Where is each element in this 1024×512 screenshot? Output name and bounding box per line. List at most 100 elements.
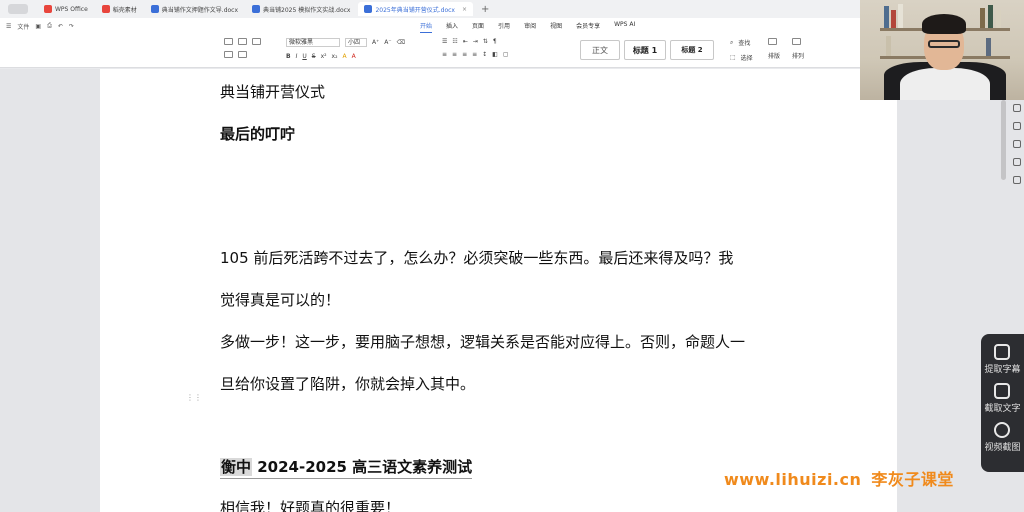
close-icon[interactable]: × xyxy=(462,6,467,13)
print-icon[interactable]: ⎙ xyxy=(47,22,52,30)
doc-heading[interactable]: 衡中 2024-2025 高三语文素养测试 xyxy=(220,456,473,479)
book xyxy=(996,10,1001,28)
side-tool-icon[interactable] xyxy=(1013,104,1021,112)
shading-icon[interactable]: ◧ xyxy=(492,51,498,58)
paste-icon[interactable] xyxy=(224,38,233,45)
arrange-group: 排列 xyxy=(792,38,804,60)
bullets-icon[interactable]: ☰ xyxy=(442,38,447,45)
menu-tab-reference[interactable]: 引用 xyxy=(498,19,510,33)
edit-group: ⌕ 查找 ⬚ 选择 xyxy=(730,38,753,63)
arrange-icon[interactable] xyxy=(792,38,801,45)
decrease-indent-icon[interactable]: ⇤ xyxy=(463,38,468,45)
style-heading-2[interactable]: 标题 2 xyxy=(670,40,714,60)
copy-icon[interactable] xyxy=(238,38,247,45)
redo-icon[interactable]: ↷ xyxy=(69,23,74,30)
menu-tab-review[interactable]: 审阅 xyxy=(524,19,536,33)
book xyxy=(986,38,991,56)
find-button[interactable]: 查找 xyxy=(738,38,750,47)
layout-button[interactable]: 排版 xyxy=(768,51,780,60)
bold-icon[interactable]: B xyxy=(286,53,291,60)
floating-tool-panel: 提取字幕 截取文字 视频截图 xyxy=(981,334,1024,472)
show-marks-icon[interactable]: ¶ xyxy=(493,38,497,45)
clear-format-icon[interactable]: ⌫ xyxy=(397,39,405,46)
selected-text[interactable]: 衡中 xyxy=(220,458,253,476)
menu-tab-view[interactable]: 视图 xyxy=(550,19,562,33)
book xyxy=(980,8,985,28)
tab-doc-2[interactable]: 典当铺2025 模拟作文实战.docx xyxy=(246,2,356,16)
person-hair xyxy=(922,14,966,34)
search-icon[interactable]: ⌕ xyxy=(730,39,733,47)
extract-subtitle-button[interactable]: 提取字幕 xyxy=(984,344,1021,375)
doc-title[interactable]: 典当铺开营仪式 xyxy=(220,81,325,102)
doc-paragraph-line[interactable]: 多做一步！这一步，要用脑子想想，逻辑关系是否能对应得上。否则，命题人一 xyxy=(220,331,745,352)
shrink-font-icon[interactable]: A⁻ xyxy=(384,39,391,46)
tab-label: 稻壳素材 xyxy=(112,6,137,14)
font-name-select[interactable]: 微软雅黑 xyxy=(286,38,340,47)
menu-tab-home[interactable]: 开始 xyxy=(420,19,433,33)
side-tool-icon[interactable] xyxy=(1013,158,1021,166)
underline-icon[interactable]: U xyxy=(302,53,306,60)
highlight-icon[interactable]: A xyxy=(343,53,347,60)
menu-tab-page[interactable]: 页面 xyxy=(472,19,484,33)
tab-wps-office[interactable]: WPS Office xyxy=(38,2,94,16)
doc-paragraph-line[interactable]: 105 前后死活跨不过去了，怎么办？必须突破一些东西。最后还来得及吗？我 xyxy=(220,247,733,268)
doc-paragraph-line[interactable]: 相信我！好题真的很重要！ xyxy=(220,497,400,512)
side-tool-icon[interactable] xyxy=(1013,176,1021,184)
format-painter-icon[interactable] xyxy=(252,38,261,45)
side-tool-icon[interactable] xyxy=(1013,140,1021,148)
book xyxy=(988,5,993,28)
watermark: www.lihuizi.cn 李灰子课堂 xyxy=(724,466,954,490)
italic-icon[interactable]: I xyxy=(296,53,298,60)
tab-label: WPS Office xyxy=(55,5,88,13)
tab-doc-1[interactable]: 典当铺作文押题作文导.docx xyxy=(145,2,244,16)
align-center-icon[interactable]: ≡ xyxy=(452,51,457,58)
menu-tab-insert[interactable]: 插入 xyxy=(446,19,458,33)
font-color-icon[interactable]: A xyxy=(352,53,356,60)
line-spacing-icon[interactable]: ↕ xyxy=(482,51,487,58)
cut-icon[interactable] xyxy=(224,51,233,58)
doc-icon xyxy=(364,5,373,13)
style-heading-1[interactable]: 标题 1 xyxy=(624,40,666,60)
select-icon[interactable]: ⬚ xyxy=(730,54,736,61)
drag-handle-icon[interactable]: ⋮⋮ xyxy=(186,393,202,402)
extract-subtitle-label: 提取字幕 xyxy=(984,365,1021,375)
menu-hamburger-icon[interactable]: ☰ xyxy=(6,23,11,30)
numbering-icon[interactable]: ☷ xyxy=(452,38,457,45)
grow-font-icon[interactable]: A⁺ xyxy=(372,39,379,46)
superscript-icon[interactable]: x² xyxy=(321,53,327,60)
doc-paragraph-line[interactable]: 旦给你设置了陷阱，你就会掉入其中。 xyxy=(220,373,475,394)
strikethrough-icon[interactable]: S xyxy=(312,53,316,60)
justify-icon[interactable]: ≡ xyxy=(472,51,477,58)
file-menu[interactable]: 文件 xyxy=(17,22,29,31)
window-menu-button[interactable] xyxy=(8,4,28,14)
menu-tab-member[interactable]: 会员专享 xyxy=(576,19,600,33)
save-icon[interactable]: ▣ xyxy=(35,23,41,30)
heading-text: 2024-2025 高三语文素养测试 xyxy=(252,458,473,476)
extract-text-button[interactable]: 截取文字 xyxy=(984,383,1021,414)
align-left-icon[interactable]: ≡ xyxy=(442,51,447,58)
sort-icon[interactable]: ⇅ xyxy=(483,38,488,45)
doc-paragraph-line[interactable]: 觉得真是可以的！ xyxy=(220,289,340,310)
vertical-scrollbar[interactable] xyxy=(1001,100,1006,180)
side-tool-icon[interactable] xyxy=(1013,122,1021,130)
screenshot-label: 视频截图 xyxy=(984,443,1021,453)
tab-doc-active[interactable]: 2025年典当铺开营仪式.docx × xyxy=(358,2,474,16)
menu-tab-wps-ai[interactable]: WPS AI xyxy=(614,19,635,33)
font-group: 微软雅黑 小四 A⁺ A⁻ ⌫ B I U S x² x₂ A A xyxy=(286,38,405,60)
layout-icon[interactable] xyxy=(768,38,777,45)
align-right-icon[interactable]: ≡ xyxy=(462,51,467,58)
undo-icon[interactable]: ↶ xyxy=(58,23,63,30)
border-icon[interactable]: ▢ xyxy=(503,51,509,58)
add-tab-icon[interactable]: + xyxy=(481,4,489,15)
increase-indent-icon[interactable]: ⇥ xyxy=(473,38,478,45)
subscript-icon[interactable]: x₂ xyxy=(332,53,338,60)
clear-icon[interactable] xyxy=(238,51,247,58)
tab-docer[interactable]: 稻壳素材 xyxy=(96,2,143,16)
select-button[interactable]: 选择 xyxy=(741,53,753,62)
arrange-button[interactable]: 排列 xyxy=(792,51,804,60)
font-size-select[interactable]: 小四 xyxy=(345,38,367,47)
tab-label: 典当铺作文押题作文导.docx xyxy=(161,6,239,14)
style-normal[interactable]: 正文 xyxy=(580,40,620,60)
doc-subtitle[interactable]: 最后的叮咛 xyxy=(220,123,295,144)
screenshot-button[interactable]: 视频截图 xyxy=(984,422,1021,453)
